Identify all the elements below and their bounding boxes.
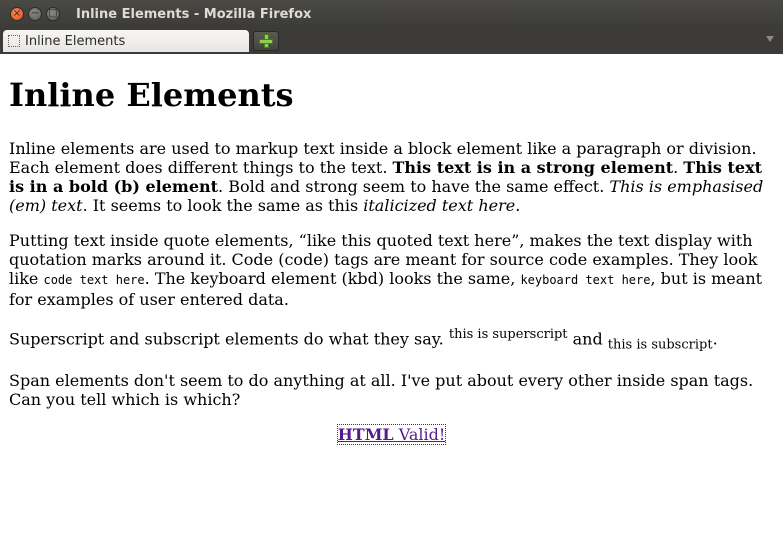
superscript-text: this is superscript — [448, 327, 568, 342]
valid-link-bold: HTML — [337, 424, 394, 444]
strong-text: This text is in a strong element — [392, 158, 674, 177]
text: Putting text inside quote elements, — [9, 231, 299, 250]
new-tab-button[interactable] — [253, 31, 279, 51]
list-all-tabs-chevron-down-icon[interactable] — [766, 36, 774, 42]
text: and — [567, 329, 608, 349]
maximize-window-button[interactable]: □ — [46, 7, 60, 21]
tab-label: Inline Elements — [25, 33, 126, 49]
italic-text: italicized text here — [363, 196, 516, 215]
title-bar: × − □ Inline Elements - Mozilla Firefox — [0, 0, 783, 28]
text: . — [673, 158, 684, 177]
page-heading: Inline Elements — [9, 76, 294, 114]
paragraph-inline-elements: Inline elements are used to markup text … — [9, 139, 774, 215]
code-text: code text here — [43, 273, 145, 287]
page-content: Inline Elements Inline elements are used… — [0, 54, 783, 548]
keyboard-text: keyboard text here — [520, 273, 651, 287]
text: . Bold and strong seem to have the same … — [218, 177, 610, 196]
tab-inline-elements[interactable]: Inline Elements — [3, 30, 249, 52]
subscript-text: this is subscript — [607, 337, 713, 353]
text: . It seems to look the same as this — [82, 196, 364, 215]
html-valid-link[interactable]: HTML Valid! — [336, 423, 447, 445]
close-window-button[interactable]: × — [10, 7, 24, 21]
paragraph-quote-code: Putting text inside quote elements, “lik… — [9, 231, 774, 309]
quoted-text: “like this quoted text here” — [298, 231, 520, 250]
paragraph-sup-sub: Superscript and subscript elements do wh… — [9, 325, 774, 355]
minimize-window-button[interactable]: − — [28, 7, 42, 21]
valid-link-text: Valid! — [393, 424, 446, 444]
browser-window: × − □ Inline Elements - Mozilla Firefox … — [0, 0, 783, 548]
page-favicon-icon — [8, 35, 20, 47]
text: . — [712, 329, 718, 349]
tab-bar: Inline Elements — [0, 28, 783, 54]
validation-footer: HTML Valid! — [9, 423, 774, 445]
text: . — [515, 196, 521, 215]
text: Superscript and subscript elements do wh… — [9, 329, 449, 349]
plus-icon — [259, 34, 273, 48]
text: . The keyboard element (kbd) looks the s… — [144, 269, 521, 288]
window-title: Inline Elements - Mozilla Firefox — [76, 6, 312, 22]
paragraph-span: Span elements don't seem to do anything … — [9, 370, 754, 409]
